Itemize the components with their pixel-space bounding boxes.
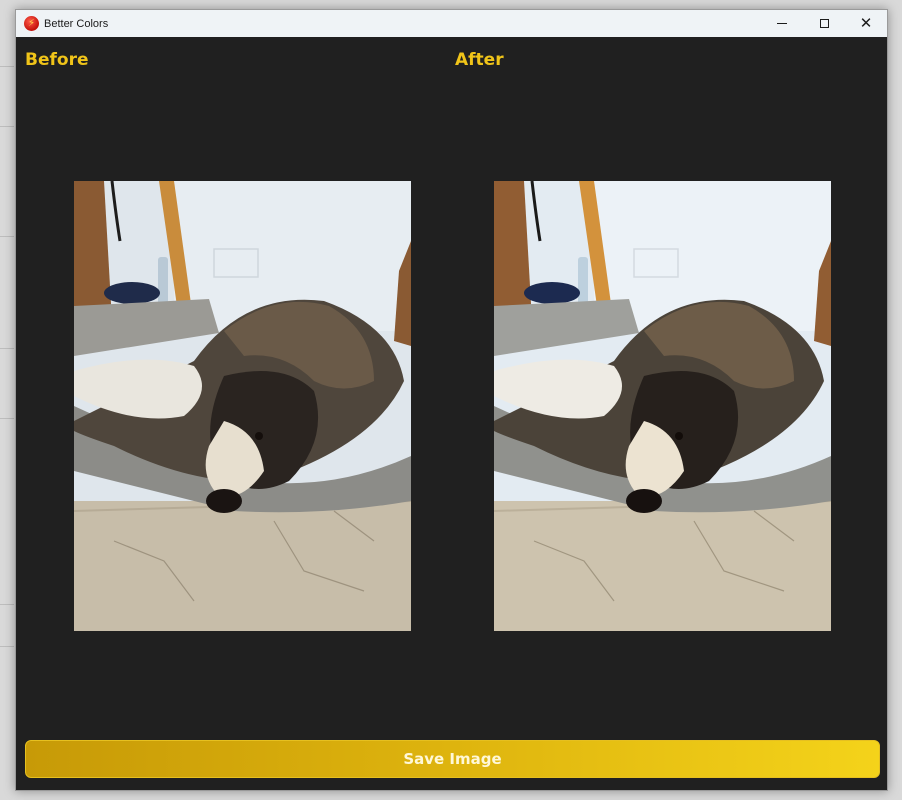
minimize-button[interactable]: [761, 10, 803, 37]
lightning-bolt-icon: ⚡: [24, 16, 39, 31]
maximize-icon: [819, 19, 829, 28]
before-image: [74, 181, 411, 631]
before-heading: Before: [25, 50, 89, 70]
window-title: Better Colors: [44, 17, 109, 30]
window-controls: ✕: [761, 10, 887, 37]
minimize-icon: [777, 23, 787, 24]
maximize-button[interactable]: [803, 10, 845, 37]
close-button[interactable]: ✕: [845, 10, 887, 37]
title-bar[interactable]: ⚡ Better Colors ✕: [16, 10, 887, 37]
close-icon: ✕: [859, 15, 873, 32]
after-heading: After: [455, 50, 504, 70]
after-image: [494, 181, 831, 631]
save-image-button[interactable]: Save Image: [25, 740, 880, 778]
app-window: ⚡ Better Colors ✕ Before After Save Imag…: [15, 9, 888, 791]
